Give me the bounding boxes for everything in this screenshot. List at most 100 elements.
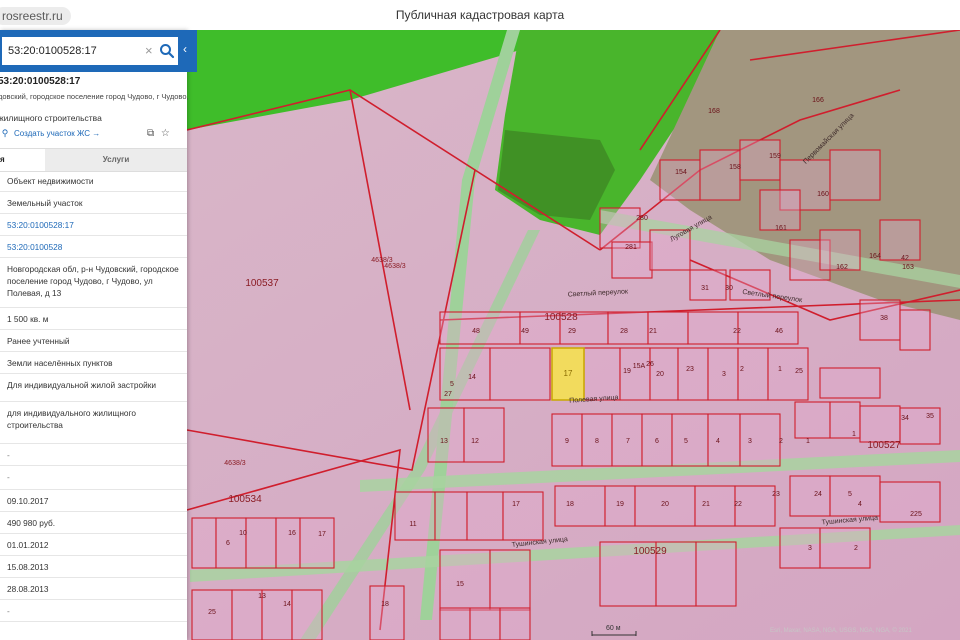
parcel[interactable] (707, 413, 741, 467)
search-icon[interactable] (159, 43, 175, 59)
parcel-number-label: 34 (901, 415, 909, 422)
parcel-number-label: 14 (468, 374, 476, 381)
parcel-number-label: 3 (748, 438, 752, 445)
parcel[interactable] (879, 219, 921, 261)
parcel[interactable] (899, 309, 931, 351)
parcel[interactable] (759, 189, 801, 231)
parcel[interactable] (369, 585, 405, 640)
star-icon[interactable]: ☆ (161, 128, 170, 139)
parcel-number-label: 42 (901, 255, 909, 262)
browser-bar: rosreestr.ru Публичная кадастровая карта (0, 0, 960, 31)
parcel-number-label: 2 (854, 545, 858, 552)
parcel-number-label: 7 (626, 438, 630, 445)
parcel-number-label: 20 (661, 501, 669, 508)
parcel[interactable] (499, 607, 531, 640)
parcel[interactable] (794, 401, 831, 439)
parcel[interactable] (694, 485, 736, 527)
parcel[interactable] (394, 491, 436, 541)
parcel[interactable] (261, 589, 293, 640)
parcel-number-label: 4 (858, 501, 862, 508)
parcel-number-text: 53:20:0100528:17 (0, 76, 81, 87)
block-label: 100527 (867, 440, 901, 451)
parcel-number-label: 8 (595, 438, 599, 445)
block-label: 100534 (228, 494, 262, 505)
parcel[interactable] (649, 347, 679, 401)
parcel-number-label: 168 (708, 108, 720, 115)
parcel[interactable] (466, 491, 504, 541)
parcel[interactable] (739, 413, 781, 467)
parcel[interactable] (245, 517, 277, 569)
attribute-row: Новгородская обл, р-н Чудовский, городск… (0, 258, 187, 308)
parcel[interactable] (859, 405, 901, 443)
parcel[interactable] (659, 159, 701, 201)
parcel[interactable] (434, 491, 468, 541)
parcel-number-label: 27 (444, 391, 452, 398)
parcel[interactable] (439, 311, 521, 345)
parcel[interactable] (699, 149, 741, 201)
parcel[interactable] (463, 407, 505, 463)
parcel[interactable] (291, 589, 323, 640)
attribute-row[interactable]: 53:20:0100528 (0, 236, 187, 258)
parcel[interactable] (469, 607, 501, 640)
parcel-number-label: 160 (817, 191, 829, 198)
collapse-panel-icon[interactable]: ‹ (183, 42, 187, 56)
clear-search-icon[interactable]: × (145, 42, 153, 60)
attribute-row: 490 980 руб. (0, 512, 187, 534)
pin-icon: ⚲ (1, 128, 9, 138)
tab-services[interactable]: Услуги (45, 149, 187, 171)
parcel[interactable] (899, 407, 941, 445)
parcel[interactable] (737, 311, 799, 345)
parcel[interactable] (737, 347, 769, 401)
parcel-number-label: 161 (775, 225, 787, 232)
parcel[interactable] (583, 347, 621, 401)
parcel-number-label: 19 (616, 501, 624, 508)
search-input[interactable] (2, 37, 144, 65)
parcel-number-label: 13 (440, 438, 448, 445)
parcel[interactable] (191, 517, 217, 569)
parcel[interactable] (427, 407, 465, 463)
parcel-number-label: 25 (795, 368, 803, 375)
attribute-value: 28.08.2013 (7, 584, 49, 594)
attribute-row[interactable]: 53:20:0100528:17 (0, 214, 187, 236)
copy-icon[interactable]: ⧉ (147, 128, 154, 139)
parcel[interactable] (819, 367, 881, 399)
parcel[interactable] (779, 527, 821, 569)
parcel-number-label: 23 (686, 366, 694, 373)
parcel-number-label: 17 (318, 531, 326, 538)
parcel-number-label: 4 (716, 438, 720, 445)
parcel[interactable] (695, 541, 737, 607)
parcel[interactable] (829, 475, 881, 517)
attribute-value: Объект недвижимости (7, 176, 94, 186)
parcel[interactable] (677, 347, 709, 401)
parcel[interactable] (829, 149, 881, 201)
parcel[interactable] (554, 485, 606, 527)
parcel[interactable] (439, 607, 471, 640)
parcel-number-label: 26 (646, 361, 654, 368)
parcel[interactable] (439, 549, 491, 611)
tab-info[interactable]: я (0, 149, 45, 171)
selected-parcel-label: 17 (564, 369, 573, 378)
parcel[interactable] (739, 139, 781, 181)
parcel[interactable] (819, 527, 871, 569)
attribute-row: 15.08.2013 (0, 556, 187, 578)
parcel-number-label: 17 (512, 501, 520, 508)
parcel-number-label: 2 (779, 438, 783, 445)
parcel[interactable] (671, 413, 709, 467)
block-label: 100529 (633, 546, 667, 557)
parcel-number-label: 2 (740, 366, 744, 373)
parcel[interactable] (215, 517, 247, 569)
parcel-number-label: 20 (656, 371, 664, 378)
parcel[interactable] (607, 311, 649, 345)
parcel-number-label: 38 (880, 315, 888, 322)
parcel[interactable] (489, 347, 551, 401)
parcel[interactable] (489, 549, 531, 611)
parcel[interactable] (502, 491, 544, 541)
parcel[interactable] (275, 517, 301, 569)
parcel-number-label: 163 (902, 264, 914, 271)
create-parcel-link[interactable]: ⚲ Создать участок ЖС → (0, 128, 101, 139)
attribute-value: 490 980 руб. (7, 518, 56, 528)
parcel[interactable] (789, 475, 831, 517)
parcel[interactable] (299, 517, 335, 569)
parcel[interactable] (687, 311, 739, 345)
parcel-number-label: 35 (926, 413, 934, 420)
